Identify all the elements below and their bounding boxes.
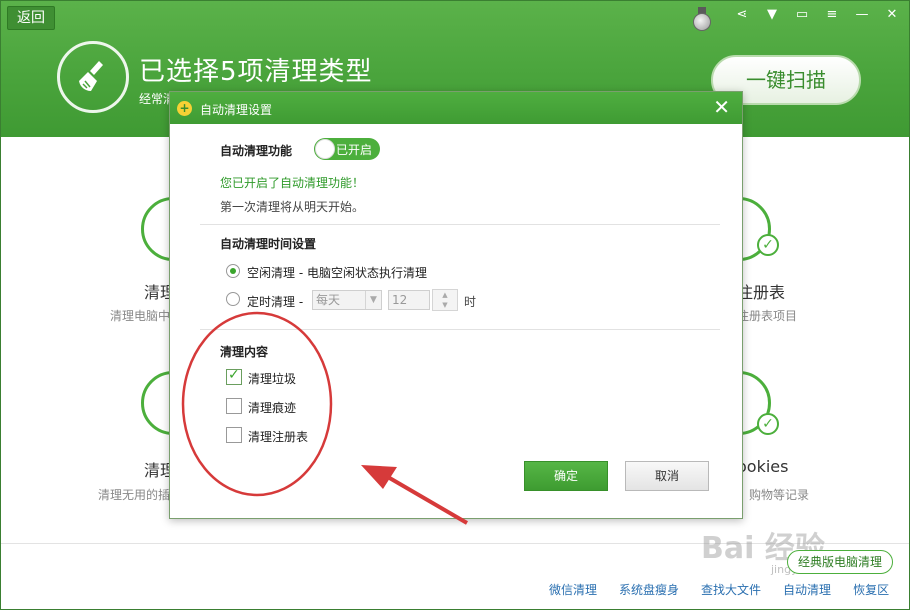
window-controls: ⋖ ▼ ▭ ≡ — ✕: [735, 7, 899, 23]
enabled-message: 您已开启了自动清理功能！: [220, 176, 365, 190]
auto-clean-label: 自动清理功能: [220, 144, 293, 158]
auto-clean-dialog: + 自动清理设置 ✕ 自动清理功能 已开启 您已开启了自动清理功能！ 第一次清理…: [169, 91, 743, 519]
clean-registry-label[interactable]: 清理注册表: [248, 428, 308, 445]
feedback-icon[interactable]: ▭: [795, 7, 809, 23]
category-desc: 清理无用的插: [98, 488, 171, 502]
clean-registry-checkbox[interactable]: [226, 427, 242, 443]
toggle-label: 已开启: [336, 143, 373, 157]
frequency-select[interactable]: 每天 ▼: [312, 290, 382, 310]
clean-traces-label[interactable]: 清理痕迹: [248, 399, 296, 416]
clean-junk-checkbox[interactable]: [226, 367, 242, 385]
category-desc: 、购物等记录: [737, 488, 810, 502]
check-icon: ✓: [757, 413, 779, 435]
dialog-close-icon[interactable]: ✕: [713, 95, 730, 119]
stepper-down-icon[interactable]: ▼: [433, 300, 457, 310]
cancel-button[interactable]: 取消: [625, 461, 709, 491]
broom-icon: [57, 41, 129, 113]
minimize-icon[interactable]: —: [855, 7, 869, 23]
footer-links: 微信清理 系统盘瘦身 查找大文件 自动清理 恢复区: [549, 581, 889, 598]
section-divider: [200, 224, 720, 225]
app-logo-icon: +: [177, 101, 192, 116]
category-title: 注册表: [737, 283, 786, 302]
classic-clean-button[interactable]: 经典版电脑清理: [787, 550, 893, 574]
tshirt-skin-icon[interactable]: ▼: [765, 7, 779, 23]
auto-clean-toggle[interactable]: 已开启: [314, 138, 380, 160]
idle-clean-label[interactable]: 空闲清理 - 电脑空闲状态执行清理: [247, 264, 427, 281]
section-divider: [200, 329, 720, 330]
back-button[interactable]: 返回: [7, 6, 55, 30]
footer-link-big-files[interactable]: 查找大文件: [701, 581, 761, 598]
check-icon: ✓: [757, 234, 779, 256]
menu-icon[interactable]: ≡: [825, 7, 839, 23]
timed-clean-radio[interactable]: [226, 292, 240, 306]
ok-button[interactable]: 确定: [524, 461, 608, 491]
share-icon[interactable]: ⋖: [735, 7, 749, 23]
close-icon[interactable]: ✕: [885, 7, 899, 23]
footer-link-disk-slim[interactable]: 系统盘瘦身: [619, 581, 679, 598]
category-desc: 清理电脑中: [110, 309, 171, 323]
dialog-titlebar: + 自动清理设置 ✕: [170, 92, 742, 124]
hour-stepper[interactable]: ▲ ▼: [432, 289, 458, 311]
chevron-down-icon: ▼: [365, 291, 381, 309]
main-window: 返回 ⋖ ▼ ▭ ≡ — ✕ 已选择5项清理类型 经常清 一键扫描 清理 清理电…: [0, 0, 910, 610]
hour-unit: 时: [464, 295, 477, 309]
footer-link-recovery[interactable]: 恢复区: [853, 581, 889, 598]
first-run-message: 第一次清理将从明天开始。: [220, 200, 365, 214]
footer-link-auto-clean[interactable]: 自动清理: [783, 581, 831, 598]
category-title: ookies: [737, 457, 789, 476]
frequency-value: 每天: [316, 293, 341, 307]
hour-input[interactable]: 12: [388, 290, 430, 310]
dialog-title: 自动清理设置: [200, 103, 273, 117]
clean-junk-label[interactable]: 清理垃圾: [248, 370, 296, 387]
medal-icon[interactable]: [691, 7, 713, 31]
idle-clean-radio[interactable]: [226, 264, 240, 278]
schedule-label: 自动清理时间设置: [220, 237, 317, 251]
category-desc: 注册表项目: [737, 309, 798, 323]
page-title: 已选择5项清理类型: [139, 57, 373, 87]
clean-traces-checkbox[interactable]: [226, 398, 242, 414]
stepper-up-icon[interactable]: ▲: [433, 290, 457, 300]
timed-clean-label[interactable]: 定时清理 -: [247, 293, 303, 310]
footer-link-wechat[interactable]: 微信清理: [549, 581, 597, 598]
content-label: 清理内容: [220, 345, 269, 359]
